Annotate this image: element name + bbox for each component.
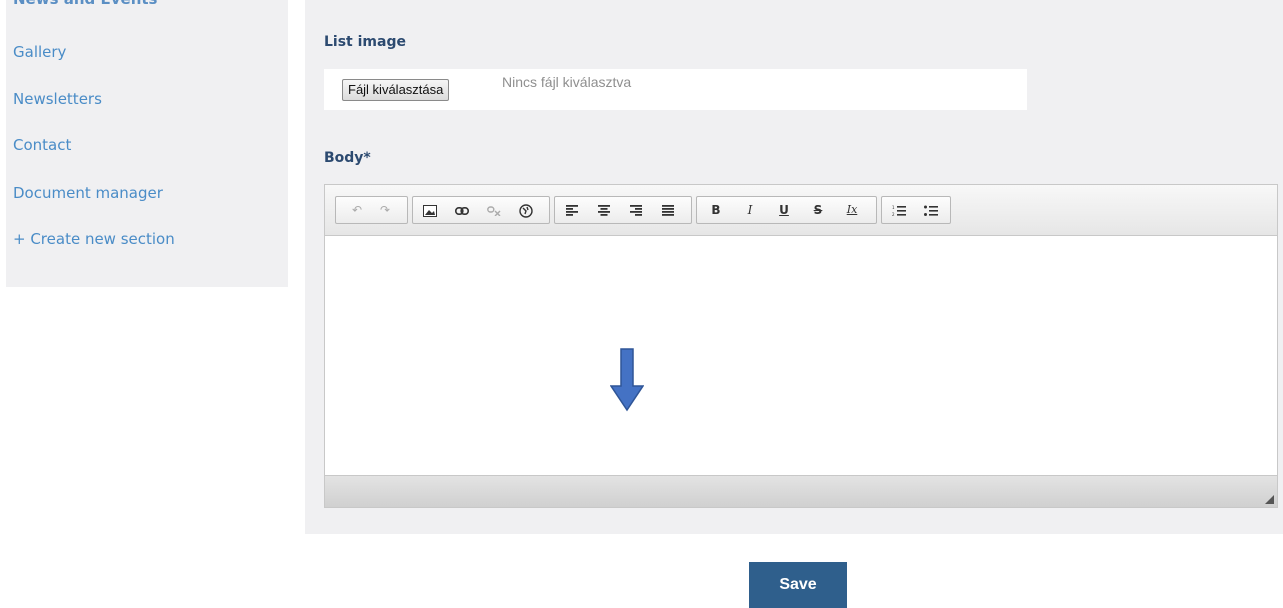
- svg-text:1: 1: [892, 205, 895, 210]
- arrow-down-icon: [610, 348, 644, 412]
- image-icon[interactable]: [419, 199, 441, 221]
- undo-icon[interactable]: ↶: [346, 199, 368, 221]
- toolbar-group-format: B I U S Ix: [696, 196, 877, 224]
- align-center-icon[interactable]: [593, 199, 615, 221]
- save-button[interactable]: Save: [749, 562, 847, 608]
- svg-text:2: 2: [892, 212, 895, 217]
- strikethrough-icon[interactable]: S: [807, 199, 829, 221]
- editor-statusbar: [325, 475, 1277, 507]
- form-panel: List image Fájl kiválasztása Nincs fájl …: [305, 0, 1283, 534]
- editor-toolbar: ↶ ↷ B I U S Ix 1 2: [325, 185, 1277, 236]
- align-justify-icon[interactable]: [657, 199, 679, 221]
- body-editor: ↶ ↷ B I U S Ix 1 2: [324, 184, 1278, 508]
- align-right-icon[interactable]: [625, 199, 647, 221]
- file-status-text: Nincs fájl kiválasztva: [502, 74, 632, 90]
- choose-file-button[interactable]: Fájl kiválasztása: [342, 79, 450, 101]
- toolbar-group-insert: [412, 196, 550, 224]
- bold-icon[interactable]: B: [705, 199, 727, 221]
- numbered-list-icon[interactable]: 12: [888, 199, 910, 221]
- toolbar-group-lists: 12: [881, 196, 951, 224]
- sidebar-item-news-and-events[interactable]: News and Events: [13, 0, 157, 8]
- sidebar-item-newsletters[interactable]: Newsletters: [13, 90, 102, 108]
- redo-icon[interactable]: ↷: [374, 199, 396, 221]
- anchor-icon[interactable]: [515, 199, 537, 221]
- link-icon[interactable]: [451, 199, 473, 221]
- toolbar-group-align: [554, 196, 692, 224]
- sidebar-item-contact[interactable]: Contact: [13, 136, 71, 154]
- bulleted-list-icon[interactable]: [920, 199, 942, 221]
- unlink-icon[interactable]: [483, 199, 505, 221]
- align-left-icon[interactable]: [561, 199, 583, 221]
- resize-handle-icon[interactable]: [1265, 495, 1274, 504]
- list-image-label: List image: [324, 34, 406, 50]
- sidebar-item-create-new-section[interactable]: + Create new section: [13, 230, 175, 248]
- sidebar-item-document-manager[interactable]: Document manager: [13, 184, 163, 202]
- remove-format-icon[interactable]: Ix: [841, 199, 863, 221]
- sidebar: News and Events Gallery Newsletters Cont…: [6, 0, 288, 287]
- body-label: Body*: [324, 150, 371, 166]
- editor-content-area[interactable]: [325, 236, 1277, 476]
- sidebar-item-gallery[interactable]: Gallery: [13, 43, 66, 61]
- toolbar-group-history: ↶ ↷: [335, 196, 408, 224]
- file-input: Fájl kiválasztása Nincs fájl kiválasztva: [324, 69, 1027, 110]
- underline-icon[interactable]: U: [773, 199, 795, 221]
- italic-icon[interactable]: I: [739, 199, 761, 221]
